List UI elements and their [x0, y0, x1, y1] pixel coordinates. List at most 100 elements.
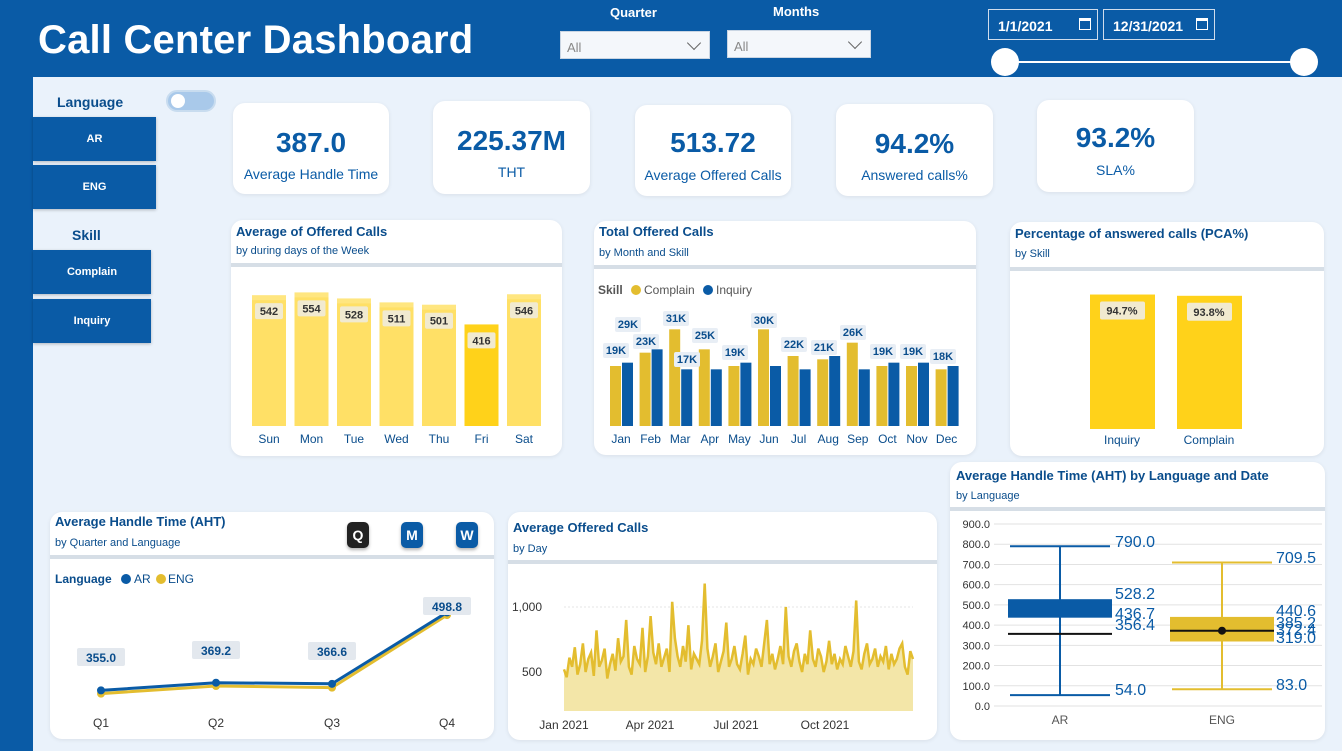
mean-marker: [1218, 626, 1226, 635]
x-tick-label: Jan: [611, 432, 630, 446]
data-label: 19K: [606, 345, 626, 357]
x-tick-label: Oct: [878, 432, 897, 446]
bar-inquiry-dec: [947, 366, 959, 426]
bar-complain-sep: [846, 342, 858, 426]
y-tick-label: 500.0: [962, 600, 990, 612]
start-date-input[interactable]: 1/1/2021: [988, 9, 1098, 40]
data-label: 19K: [873, 346, 893, 358]
y-tick-label: 1,000: [512, 600, 542, 614]
box-value-label: 528.2: [1115, 586, 1155, 603]
kpi-label: THT: [497, 164, 526, 180]
kpi-value: 93.2%: [1075, 122, 1156, 153]
y-tick-label: 200.0: [962, 661, 990, 673]
legend-label: AR: [134, 572, 151, 586]
daily-area-card: Average Offered Calls by Day 500 1,000 Jan…: [508, 512, 937, 740]
chart-title: Average Offered Calls: [513, 520, 649, 535]
quarter-dropdown-value: All: [567, 40, 582, 55]
x-tick-label: Complain: [1184, 433, 1235, 447]
bar-complain-feb: [639, 352, 651, 426]
date-range-start-handle[interactable]: [991, 48, 1019, 76]
x-tick-label: Apr: [700, 432, 719, 446]
data-label: 498.8: [432, 600, 462, 614]
kpi-card-aht: 387.0 Average Handle Time: [233, 103, 389, 194]
start-date-value: 1/1/2021: [998, 18, 1053, 34]
chart-title: Total Offered Calls: [599, 224, 714, 239]
bar-inquiry-jul: [799, 369, 811, 426]
chart-subtitle: by Language: [956, 490, 1020, 502]
kpi-label: Average Handle Time: [243, 166, 379, 182]
data-label: 355.0: [86, 651, 116, 665]
aht-line-chart: Language AR ENG 355.0 369.2 366.6 498.8 Q1 Q2 Q3 Q…: [55, 572, 471, 730]
months-filter-label: Months: [773, 4, 820, 19]
data-label: 26K: [843, 327, 863, 339]
legend-marker-eng: [156, 574, 166, 584]
chart-title: Percentage of answered calls (PCA%): [1015, 226, 1249, 241]
bar-complain-nov: [906, 366, 917, 426]
x-tick-label: Jun: [759, 432, 778, 446]
chart-title: Average Handle Time (AHT) by Language an…: [956, 468, 1269, 483]
month-view-button[interactable]: M: [401, 522, 423, 548]
date-range-end-handle[interactable]: [1290, 48, 1318, 76]
data-label: 19K: [725, 347, 745, 359]
slicer-item-inquiry[interactable]: Inquiry: [33, 299, 151, 343]
x-tick-label: Nov: [906, 432, 927, 446]
bar-inquiry-may: [740, 362, 752, 426]
months-dropdown[interactable]: All: [727, 30, 871, 58]
box-value-label: 83.0: [1276, 677, 1307, 694]
divider: [50, 555, 494, 559]
quarter-dropdown[interactable]: All: [560, 31, 710, 59]
kpi-label: Answered calls%: [861, 167, 968, 183]
box-value-label: 790.0: [1115, 534, 1155, 551]
series-point-ar: [97, 686, 105, 695]
date-range-slider-track[interactable]: [1004, 61, 1304, 63]
y-tick-label: 400.0: [962, 620, 990, 632]
x-tick-label: Q4: [439, 716, 455, 730]
x-tick-label: Jul 2021: [713, 718, 759, 732]
language-toggle[interactable]: [166, 90, 216, 112]
x-tick-label: Fri: [475, 432, 489, 446]
box-value-label: 709.5: [1276, 550, 1316, 567]
pca-chart-card: Percentage of answered calls (PCA%) by S…: [1010, 222, 1324, 456]
x-tick-label: Q1: [93, 716, 109, 730]
data-label: 528: [345, 309, 363, 321]
data-label: 31K: [666, 313, 686, 325]
end-date-value: 12/31/2021: [1113, 18, 1184, 34]
chart-subtitle: by during days of the Week: [236, 245, 370, 257]
series-line: [562, 583, 915, 679]
language-slicer-title: Language: [57, 94, 124, 110]
divider: [1010, 267, 1324, 271]
data-label: 94.7%: [1106, 306, 1137, 318]
data-label: 22K: [784, 339, 804, 351]
bar-mon: [294, 297, 329, 426]
calendar-icon[interactable]: [1079, 18, 1091, 30]
calendar-icon[interactable]: [1196, 18, 1208, 30]
x-tick-label: Q2: [208, 716, 224, 730]
y-tick-label: 0.0: [975, 701, 990, 713]
x-tick-label: ENG: [1209, 713, 1235, 727]
kpi-value: 387.0: [275, 127, 347, 158]
series-line-ar: [100, 611, 448, 692]
toggle-knob: [171, 94, 185, 108]
bar-inquiry-feb: [651, 349, 663, 426]
quarter-view-button[interactable]: Q: [347, 522, 369, 548]
x-tick-label: Aug: [818, 432, 839, 446]
left-sidebar-strip: [0, 77, 33, 751]
bar-inquiry-jan: [622, 362, 633, 426]
x-tick-label: Sun: [258, 432, 279, 446]
bar-complain-aug: [817, 359, 829, 426]
box-value-label: 356.4: [1115, 617, 1155, 634]
slicer-item-complain[interactable]: Complain: [33, 250, 151, 294]
kpi-card-answered: 94.2% Answered calls%: [836, 104, 993, 196]
slicer-item-eng[interactable]: ENG: [33, 165, 156, 209]
x-tick-label: Mar: [670, 432, 691, 446]
box-ar: [1008, 599, 1112, 618]
week-view-button[interactable]: W: [456, 522, 478, 548]
x-tick-label: May: [728, 432, 751, 446]
end-date-input[interactable]: 12/31/2021: [1103, 9, 1215, 40]
bar-complain-oct: [876, 366, 888, 426]
slicer-item-ar[interactable]: AR: [33, 117, 156, 161]
kpi-card-tht: 225.37M THT: [433, 101, 590, 194]
data-label: 25K: [695, 330, 715, 342]
x-tick-label: Inquiry: [1104, 433, 1140, 447]
kpi-label: SLA%: [1096, 162, 1135, 178]
